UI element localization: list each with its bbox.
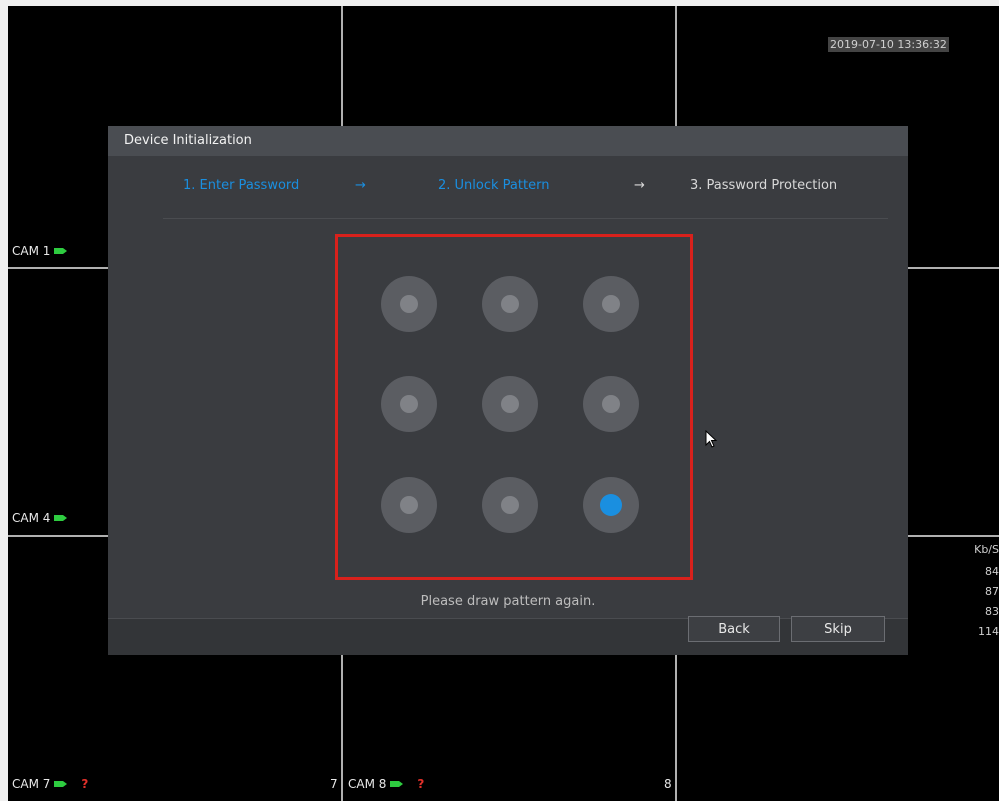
bitrate-label: Kb/S xyxy=(974,543,999,556)
divider xyxy=(163,218,888,219)
dialog-footer xyxy=(108,618,908,655)
camera-label-7: CAM 7 ? xyxy=(12,777,88,791)
arrow-right-icon: → xyxy=(634,178,645,193)
dot-center xyxy=(400,496,418,514)
dot-center xyxy=(400,395,418,413)
pattern-hint: Please draw pattern again. xyxy=(420,594,596,609)
no-signal-icon: ? xyxy=(417,777,425,791)
recording-icon xyxy=(54,248,68,254)
bitrate-value: 114 xyxy=(978,625,999,638)
bitrate-value: 87 xyxy=(985,585,999,598)
pattern-dot-3[interactable] xyxy=(583,276,639,332)
pattern-dot-7[interactable] xyxy=(381,477,437,533)
dot-center xyxy=(501,496,519,514)
pattern-dot-9[interactable] xyxy=(583,477,639,533)
dot-center xyxy=(501,395,519,413)
camera-name: CAM 8 xyxy=(348,777,387,791)
channel-number: 7 xyxy=(330,777,338,791)
dot-center xyxy=(602,395,620,413)
device-initialization-dialog: Device Initialization 1. Enter Password … xyxy=(108,126,908,655)
step-enter-password: 1. Enter Password xyxy=(183,178,300,193)
skip-button[interactable]: Skip xyxy=(791,616,885,642)
step-unlock-pattern: 2. Unlock Pattern xyxy=(438,178,550,193)
dot-center xyxy=(501,295,519,313)
pattern-dot-4[interactable] xyxy=(381,376,437,432)
arrow-right-icon: → xyxy=(355,178,366,193)
datetime-overlay: 2019-07-10 13:36:32 xyxy=(828,37,949,52)
wizard-steps: 1. Enter Password → 2. Unlock Pattern → … xyxy=(108,178,908,198)
mouse-pointer-icon xyxy=(705,430,718,448)
recording-icon xyxy=(54,781,68,787)
pattern-dot-8[interactable] xyxy=(482,477,538,533)
back-button[interactable]: Back xyxy=(688,616,780,642)
channel-number: 8 xyxy=(664,777,672,791)
camera-name: CAM 7 xyxy=(12,777,51,791)
camera-name: CAM 1 xyxy=(12,244,51,258)
camera-label-4: CAM 4 xyxy=(12,511,68,525)
dot-center-selected xyxy=(600,494,622,516)
camera-label-8: CAM 8 ? xyxy=(348,777,424,791)
pattern-area[interactable] xyxy=(335,234,693,580)
step-password-protection: 3. Password Protection xyxy=(690,178,838,193)
pattern-dot-5[interactable] xyxy=(482,376,538,432)
pattern-dot-1[interactable] xyxy=(381,276,437,332)
recording-icon xyxy=(390,781,404,787)
pattern-dot-2[interactable] xyxy=(482,276,538,332)
bitrate-value: 83 xyxy=(985,605,999,618)
dialog-title: Device Initialization xyxy=(108,126,908,156)
dot-center xyxy=(602,295,620,313)
camera-name: CAM 4 xyxy=(12,511,51,525)
camera-label-1: CAM 1 xyxy=(12,244,68,258)
pattern-dot-6[interactable] xyxy=(583,376,639,432)
recording-icon xyxy=(54,515,68,521)
dot-center xyxy=(400,295,418,313)
bitrate-value: 84 xyxy=(985,565,999,578)
no-signal-icon: ? xyxy=(81,777,89,791)
